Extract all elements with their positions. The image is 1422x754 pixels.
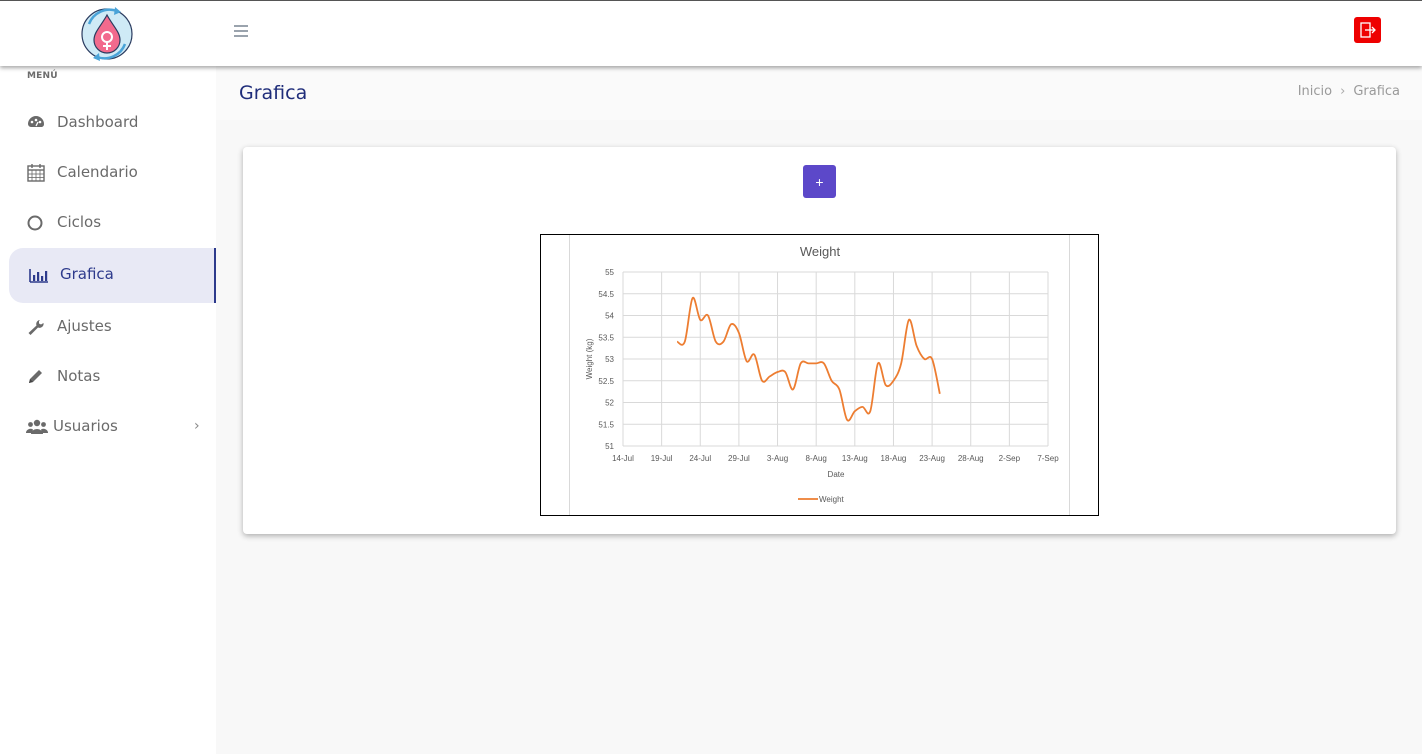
x-tick-label: 13-Aug <box>842 454 868 463</box>
sign-out-icon <box>1360 22 1376 38</box>
y-tick-label: 52.5 <box>598 377 614 386</box>
hamburger-menu-icon[interactable] <box>234 25 248 37</box>
breadcrumb: Inicio › Grafica <box>1298 84 1400 99</box>
chart-grid <box>622 271 1049 447</box>
y-tick-label: 53.5 <box>598 333 614 342</box>
breadcrumb-link-inicio[interactable]: Inicio <box>1298 84 1332 99</box>
x-axis-label: Date <box>828 470 845 479</box>
x-tick-label: 28-Aug <box>958 454 984 463</box>
sidebar-item-label: Calendario <box>57 163 138 181</box>
x-tick-label: 7-Sep <box>1037 454 1059 463</box>
x-tick-label: 2-Sep <box>999 454 1021 463</box>
page-title: Grafica <box>239 82 308 104</box>
x-tick-label: 14-Jul <box>612 454 634 463</box>
x-tick-label: 3-Aug <box>767 454 788 463</box>
legend-label: Weight <box>819 495 845 504</box>
sidebar-item-calendario[interactable]: Calendario <box>9 148 216 198</box>
y-axis-label: Weight (kg) <box>585 338 594 379</box>
pencil-icon <box>26 368 46 386</box>
users-icon <box>25 418 49 436</box>
logout-button[interactable] <box>1354 17 1381 43</box>
sidebar-item-label: Ciclos <box>57 213 102 231</box>
x-tick-label: 19-Jul <box>651 454 673 463</box>
breadcrumb-separator-icon: › <box>1340 84 1346 99</box>
palette-icon <box>26 114 46 132</box>
sidebar-item-grafica[interactable]: Grafica <box>9 248 216 303</box>
weight-chart: Weight 14-Jul 19-Jul 24-Jul 29-Jul 3-Aug 8-Au… <box>540 234 1099 516</box>
app-logo-icon[interactable] <box>79 4 136 64</box>
sidebar-item-label: Notas <box>57 367 101 385</box>
calendar-icon <box>26 164 46 182</box>
sidebar-item-label: Dashboard <box>57 113 139 131</box>
sidebar-item-label: Ajustes <box>57 317 112 335</box>
x-tick-label: 24-Jul <box>689 454 711 463</box>
chart-title: Weight <box>800 244 841 259</box>
sidebar: MENÚ Dashboard Calendario Ciclos Grafica… <box>0 66 216 754</box>
bar-chart-icon <box>29 267 49 285</box>
sidebar-item-usuarios[interactable]: Usuarios › <box>9 402 216 452</box>
sidebar-item-dashboard[interactable]: Dashboard <box>9 98 216 148</box>
sidebar-item-notas[interactable]: Notas <box>9 352 216 402</box>
sidebar-item-ajustes[interactable]: Ajustes <box>9 302 216 352</box>
breadcrumb-current: Grafica <box>1353 84 1400 99</box>
chart-card: + Weight 14-Jul 19-Jul 24-Jul 29-Jul 3-Aug 8-… <box>243 147 1396 534</box>
weight-chart-svg: Weight 14-Jul 19-Jul 24-Jul 29-Jul 3-Aug 8-Au… <box>569 235 1070 515</box>
menu-header: MENÚ <box>27 71 58 81</box>
page-header: Grafica Inicio › Grafica <box>216 66 1422 120</box>
sidebar-item-label: Usuarios <box>53 417 118 435</box>
sidebar-item-label: Grafica <box>60 265 114 283</box>
sidebar-item-ciclos[interactable]: Ciclos <box>9 198 216 248</box>
x-tick-label: 8-Aug <box>806 454 827 463</box>
y-tick-label: 52 <box>605 399 614 408</box>
circle-icon <box>26 214 46 232</box>
x-tick-label: 29-Jul <box>728 454 750 463</box>
y-tick-label: 54 <box>605 312 614 321</box>
y-tick-label: 55 <box>605 268 614 277</box>
chevron-right-icon: › <box>194 418 200 434</box>
x-tick-label: 23-Aug <box>919 454 945 463</box>
add-button[interactable]: + <box>803 165 836 198</box>
y-tick-label: 51 <box>605 442 614 451</box>
wrench-icon <box>26 318 46 336</box>
y-tick-label: 53 <box>605 355 614 364</box>
y-tick-label: 54.5 <box>598 290 614 299</box>
chart-tick-labels: 14-Jul 19-Jul 24-Jul 29-Jul 3-Aug 8-Aug 13-Aug… <box>598 268 1059 463</box>
y-tick-label: 51.5 <box>598 420 614 429</box>
top-bar <box>0 0 1422 66</box>
x-tick-label: 18-Aug <box>881 454 907 463</box>
